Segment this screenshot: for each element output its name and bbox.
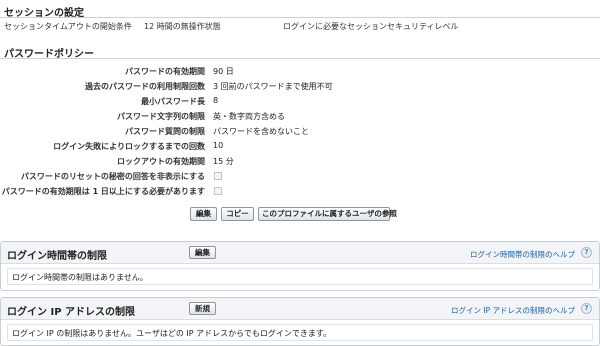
session-security-level-label: ログインに必要なセッションセキュリティレベル bbox=[283, 22, 459, 31]
login-ip-message: ログイン IP の制限はありません。ユーザはどの IP アドレスからでもログイン… bbox=[7, 324, 593, 341]
max-login-attempts-label: ログイン失敗によりロックするまでの回数 bbox=[53, 142, 205, 151]
hide-reset-answer-checkbox bbox=[214, 172, 222, 180]
divider bbox=[0, 58, 600, 59]
password-question-label: パスワード質問の制限 bbox=[125, 127, 205, 136]
panel-header: ログイン時間帯の制限 編集 ログイン時間帯の制限のヘルプ ? bbox=[1, 242, 599, 264]
min-one-day-label: パスワードの有効期限は 1 日以上にする必要があります bbox=[1, 187, 205, 196]
login-hours-panel: ログイン時間帯の制限 編集 ログイン時間帯の制限のヘルプ ? ログイン時間帯の制… bbox=[0, 241, 600, 291]
login-hours-edit-button[interactable]: 編集 bbox=[189, 246, 216, 259]
login-hours-help-link[interactable]: ログイン時間帯の制限のヘルプ bbox=[470, 249, 575, 260]
session-timeout-value: 12 時間の無操作状態 bbox=[144, 22, 221, 31]
divider bbox=[0, 17, 600, 18]
min-password-length-value: 8 bbox=[213, 96, 219, 105]
password-history-label: 過去のパスワードの利用制限回数 bbox=[85, 82, 205, 91]
password-history-value: 3 回前のパスワードまで使用不可 bbox=[213, 82, 333, 91]
password-expiration-label: パスワードの有効期間 bbox=[125, 67, 205, 76]
password-complexity-label: パスワード文字列の制限 bbox=[117, 112, 205, 121]
password-question-value: パスワードを含めないこと bbox=[213, 127, 309, 136]
view-profile-users-button[interactable]: このプロファイルに属するユーザの参照 bbox=[258, 207, 397, 221]
login-ip-panel: ログイン IP アドレスの制限 新規 ログイン IP アドレスの制限のヘルプ ?… bbox=[0, 297, 600, 346]
password-complexity-value: 英・数字両方含める bbox=[213, 112, 285, 121]
min-one-day-checkbox bbox=[214, 187, 222, 195]
login-hours-message: ログイン時間帯の制限はありません。 bbox=[7, 268, 593, 285]
hide-reset-answer-label: パスワードのリセットの秘密の回答を非表示にする bbox=[20, 172, 205, 181]
login-ip-title: ログイン IP アドレスの制限 bbox=[7, 307, 136, 318]
session-timeout-label: セッションタイムアウトの開始条件 bbox=[4, 22, 132, 31]
lockout-period-value: 15 分 bbox=[213, 157, 234, 166]
password-expiration-value: 90 日 bbox=[213, 67, 234, 76]
min-password-length-label: 最小パスワード長 bbox=[141, 97, 205, 106]
help-icon[interactable]: ? bbox=[581, 247, 592, 258]
copy-button[interactable]: コピー bbox=[221, 207, 254, 221]
help-icon[interactable]: ? bbox=[581, 303, 592, 314]
lockout-period-label: ロックアウトの有効期間 bbox=[117, 157, 205, 166]
login-ip-help-link[interactable]: ログイン IP アドレスの制限のヘルプ bbox=[451, 305, 575, 316]
login-ip-new-button[interactable]: 新規 bbox=[189, 302, 216, 315]
panel-header: ログイン IP アドレスの制限 新規 ログイン IP アドレスの制限のヘルプ ? bbox=[1, 298, 599, 320]
login-hours-title: ログイン時間帯の制限 bbox=[7, 251, 107, 262]
edit-button[interactable]: 編集 bbox=[190, 207, 217, 221]
max-login-attempts-value: 10 bbox=[213, 141, 224, 150]
